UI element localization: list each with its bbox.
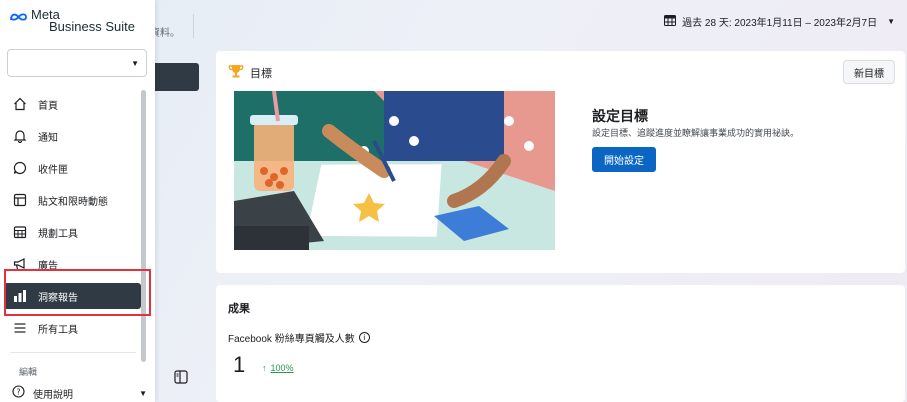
- background-panel: [152, 63, 199, 91]
- header-divider: [193, 14, 194, 38]
- collapse-sidebar-icon[interactable]: [174, 370, 190, 386]
- help-icon: ?: [12, 385, 25, 401]
- sidebar-item-inbox[interactable]: 收件匣: [0, 152, 146, 184]
- sidebar-item-label: 通知: [38, 132, 58, 144]
- edit-link[interactable]: 編輯: [19, 365, 37, 378]
- chevron-down-icon: ▼: [139, 388, 147, 398]
- sidebar-item-label: 所有工具: [38, 324, 78, 336]
- metric-change: ↑ 100%: [262, 363, 294, 373]
- svg-text:?: ?: [16, 387, 20, 396]
- sidebar-divider: [10, 352, 136, 353]
- calendar-icon: [664, 14, 677, 29]
- meta-logo-icon: [9, 12, 28, 22]
- sidebar: Meta Business Suite ▼ 首頁 通知 收件匣 貼文和限時動態 …: [0, 0, 155, 402]
- posts-icon: [12, 192, 28, 208]
- goal-card-title: 目標: [250, 67, 272, 80]
- date-range-picker[interactable]: 過去 28 天: 2023年1月11日 – 2023年2月7日 ▼: [664, 14, 895, 29]
- chevron-down-icon: ▼: [131, 59, 139, 68]
- goal-card-header: 目標: [228, 63, 272, 82]
- chevron-down-icon: ▼: [887, 17, 895, 26]
- results-title: 成果: [228, 303, 250, 315]
- arrow-up-icon: ↑: [262, 363, 267, 373]
- home-icon: [12, 96, 28, 112]
- sidebar-item-planner[interactable]: 規劃工具: [0, 216, 146, 248]
- sidebar-item-all-tools[interactable]: 所有工具: [0, 312, 146, 344]
- metric-value: 1: [233, 352, 246, 377]
- bell-icon: [12, 128, 28, 144]
- trophy-icon: [228, 63, 244, 82]
- inbox-icon: [12, 160, 28, 176]
- change-percent[interactable]: 100%: [271, 363, 294, 373]
- goal-card: 目標 新目標 設定目標 設定目標、追蹤進度並瞭解讓事業成功的實用祕訣。 開始設定: [216, 51, 905, 273]
- metric-label-row: Facebook 粉絲專頁觸及人數 i: [228, 330, 370, 345]
- sidebar-item-posts[interactable]: 貼文和限時動態: [0, 184, 146, 216]
- goal-illustration: [234, 91, 555, 250]
- help-label: 使用說明: [33, 389, 73, 401]
- sidebar-item-label: 貼文和限時動態: [38, 196, 108, 208]
- menu-icon: [12, 320, 28, 336]
- metric-label: Facebook 粉絲專頁觸及人數: [228, 334, 355, 345]
- set-goal-heading: 設定目標: [592, 108, 648, 124]
- results-card: 成果 Facebook 粉絲專頁觸及人數 i 1 ↑ 100%: [216, 285, 905, 402]
- meta-business-suite-logo[interactable]: Meta Business Suite: [9, 8, 135, 34]
- insights-highlight-box: [4, 269, 151, 316]
- set-goal-description: 設定目標、追蹤進度並瞭解讓事業成功的實用祕訣。: [592, 128, 800, 138]
- start-setup-button[interactable]: 開始設定: [592, 147, 656, 172]
- date-range-label: 過去 28 天: 2023年1月11日 – 2023年2月7日: [682, 18, 878, 29]
- help-menu[interactable]: ? 使用說明 ▼: [12, 385, 147, 401]
- account-selector[interactable]: ▼: [7, 49, 147, 77]
- logo-line2: Business Suite: [49, 19, 135, 34]
- sidebar-item-label: 首頁: [38, 100, 58, 112]
- sidebar-item-notifications[interactable]: 通知: [0, 120, 146, 152]
- info-icon[interactable]: i: [358, 332, 370, 343]
- sidebar-item-label: 規劃工具: [38, 228, 78, 240]
- new-goal-button[interactable]: 新目標: [843, 60, 895, 84]
- sidebar-item-home[interactable]: 首頁: [0, 88, 146, 120]
- calendar-icon: [12, 224, 28, 240]
- sidebar-item-label: 收件匣: [38, 164, 68, 176]
